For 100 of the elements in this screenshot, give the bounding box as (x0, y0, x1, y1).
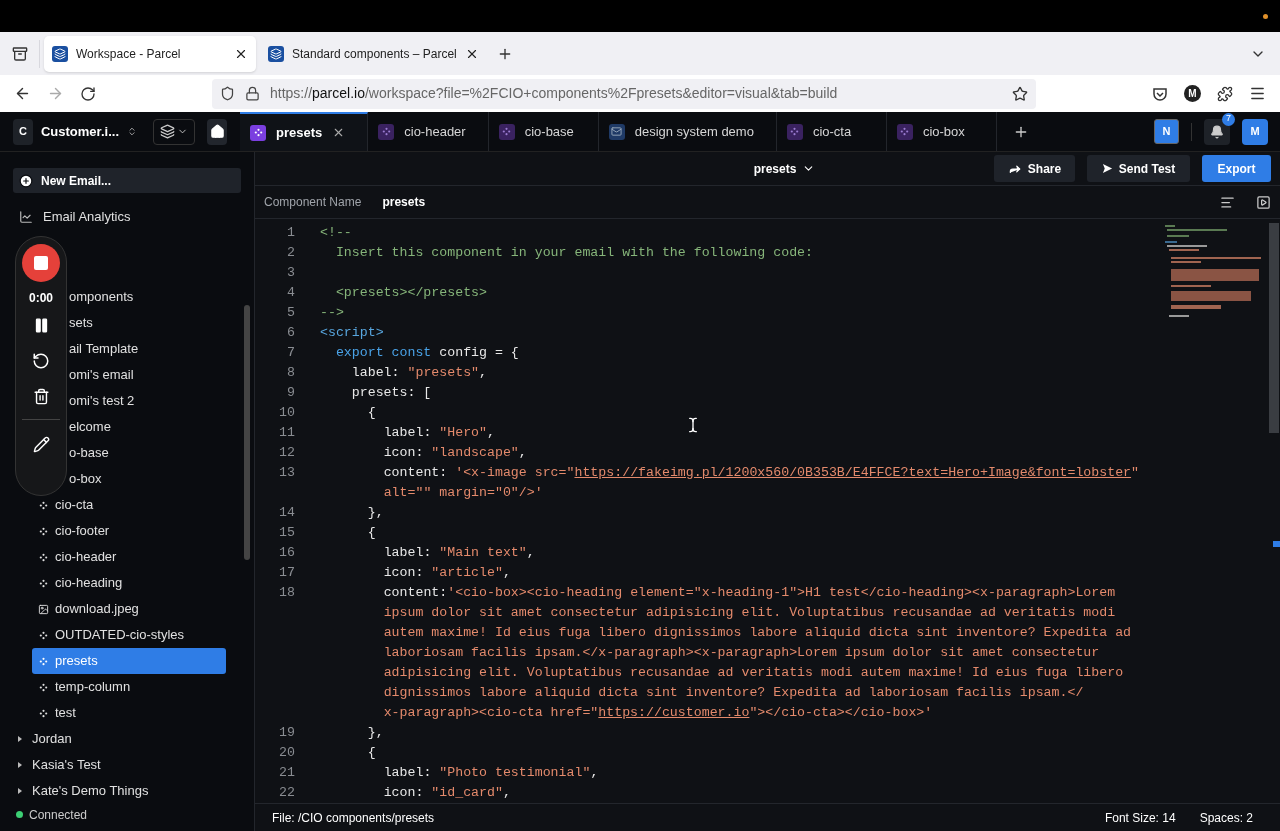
file-tab[interactable]: presets (240, 112, 369, 151)
line-number: 15 (278, 524, 295, 542)
restart-icon[interactable] (32, 352, 50, 370)
spaces-status[interactable]: Spaces: 2 (1199, 808, 1253, 827)
font-size-status[interactable]: Font Size: 14 (1104, 808, 1176, 827)
code-line: { (366, 524, 376, 542)
file-item[interactable]: ail Template (69, 336, 226, 362)
disclosure-triangle-icon[interactable] (18, 762, 22, 768)
file-item[interactable]: cio-header (32, 544, 226, 570)
file-item[interactable]: download.jpeg (32, 596, 226, 622)
document-title[interactable]: presets (753, 159, 816, 178)
toolbar-button[interactable]: Share (994, 155, 1075, 182)
file-item[interactable]: o-base (69, 440, 226, 466)
workspace-badge: C (13, 118, 33, 145)
line-number: 10 (278, 404, 295, 422)
file-item[interactable]: temp-column (32, 674, 226, 700)
preview-icon[interactable] (1256, 194, 1271, 210)
bell-icon (1210, 124, 1224, 139)
component-name-value[interactable]: presets (382, 193, 426, 211)
code-line: label: "Photo testimonial", (382, 764, 599, 782)
line-number: 11 (278, 424, 295, 442)
component-icon (39, 526, 48, 536)
file-item[interactable]: elcome (69, 414, 226, 440)
file-item[interactable]: cio-footer (32, 518, 226, 544)
line-number: 3 (286, 264, 295, 282)
file-tab[interactable]: cio-box (886, 112, 997, 151)
code-line: }, (366, 504, 384, 522)
browser-tab[interactable]: Workspace - Parcel (44, 35, 256, 72)
folder-item[interactable]: Jordan (18, 726, 240, 752)
stop-recording-button[interactable] (22, 244, 60, 282)
toolbar-button[interactable]: Send Test (1087, 155, 1190, 182)
back-icon[interactable] (14, 85, 31, 102)
profile-avatar[interactable]: M (1184, 85, 1201, 102)
toolbar-button[interactable]: Export (1202, 155, 1271, 182)
folder-item[interactable]: Kate's Demo Things (18, 778, 240, 804)
send-icon (1101, 163, 1113, 174)
browser-tab[interactable]: Standard components – Parcel (260, 35, 487, 72)
lock-icon[interactable] (245, 86, 260, 101)
file-tab[interactable]: design system demo (598, 112, 777, 151)
folder-item[interactable]: Kasia's Test (18, 752, 240, 778)
file-path: File: /CIO components/presets (272, 809, 435, 827)
code-line: }, (366, 724, 384, 742)
file-tab[interactable]: cio-header (368, 112, 489, 151)
editor-scrollbar-thumb[interactable] (1269, 223, 1279, 433)
line-number: 20 (278, 744, 295, 762)
file-item[interactable]: omi's test 2 (69, 388, 226, 414)
scrollbar-thumb[interactable] (243, 305, 250, 560)
component-icon (39, 630, 48, 640)
analytics-link[interactable]: Email Analytics (13, 205, 241, 229)
bookmark-star-icon[interactable] (1012, 85, 1028, 102)
file-tab[interactable]: cio-cta (776, 112, 887, 151)
plus-circle-icon (19, 173, 33, 188)
component-icon (39, 552, 48, 562)
layers-dropdown[interactable] (153, 118, 195, 145)
draw-icon[interactable] (32, 436, 50, 453)
pocket-icon[interactable] (1152, 85, 1168, 102)
component-name-label: Component Name (264, 194, 362, 211)
disclosure-triangle-icon[interactable] (18, 788, 22, 794)
component-icon (39, 578, 48, 588)
image-file-icon (38, 603, 49, 615)
menu-icon[interactable] (1249, 85, 1266, 102)
tab-tray-icon[interactable] (11, 45, 28, 62)
file-item[interactable]: test (32, 700, 226, 726)
file-item[interactable]: presets (32, 648, 226, 674)
tab-title: Standard components – Parcel (292, 45, 457, 63)
line-number: 12 (278, 444, 295, 462)
home-button[interactable] (207, 118, 227, 145)
line-number: 4 (286, 284, 295, 302)
component-icon (39, 682, 48, 692)
workspace-name[interactable]: Customer.i... (41, 121, 119, 142)
code-line: { (366, 744, 376, 762)
recording-time: 0:00 (29, 290, 53, 307)
code-line: icon: "article", (382, 564, 511, 582)
extensions-icon[interactable] (1217, 85, 1233, 102)
delete-icon[interactable] (32, 388, 50, 405)
code-line: label: "presets", (350, 364, 487, 382)
file-item[interactable]: omponents (69, 284, 226, 310)
file-item[interactable]: sets (69, 310, 226, 336)
user-avatar[interactable]: M (1242, 118, 1268, 145)
format-icon[interactable] (1220, 194, 1235, 210)
chevrons-icon[interactable] (127, 125, 137, 138)
address-bar[interactable]: https://parcel.io/workspace?file=%2FCIO+components%2Fpresets&editor=visual&tab=build (212, 78, 1036, 109)
file-item[interactable]: OUTDATED-cio-styles (32, 622, 226, 648)
tab-title: Workspace - Parcel (76, 45, 182, 63)
component-icon (39, 656, 48, 666)
line-number: 18 (278, 584, 295, 602)
disclosure-triangle-icon[interactable] (18, 736, 22, 742)
reload-icon[interactable] (80, 85, 96, 102)
file-tab[interactable]: cio-base (488, 112, 599, 151)
file-item[interactable]: cio-cta (32, 492, 226, 518)
user-badge[interactable]: N (1154, 119, 1179, 144)
code-line: adipisicing elit. Voluptatibus recusandae ad veritatis modi autem maxime! Id eius fuga libero (382, 664, 1125, 682)
file-item[interactable]: cio-heading (32, 570, 226, 596)
file-item[interactable]: omi's email (69, 362, 226, 388)
line-number: 19 (278, 724, 295, 742)
shield-icon[interactable] (220, 86, 235, 101)
line-number: 21 (278, 764, 295, 782)
file-item[interactable]: o-box (69, 466, 226, 492)
new-email-button[interactable]: New Email... (13, 168, 241, 193)
code-line: autem maxime! Id eius fuga libero dignissimos labore aliquid dicta sint inventore? Expedita ad (382, 624, 1132, 642)
